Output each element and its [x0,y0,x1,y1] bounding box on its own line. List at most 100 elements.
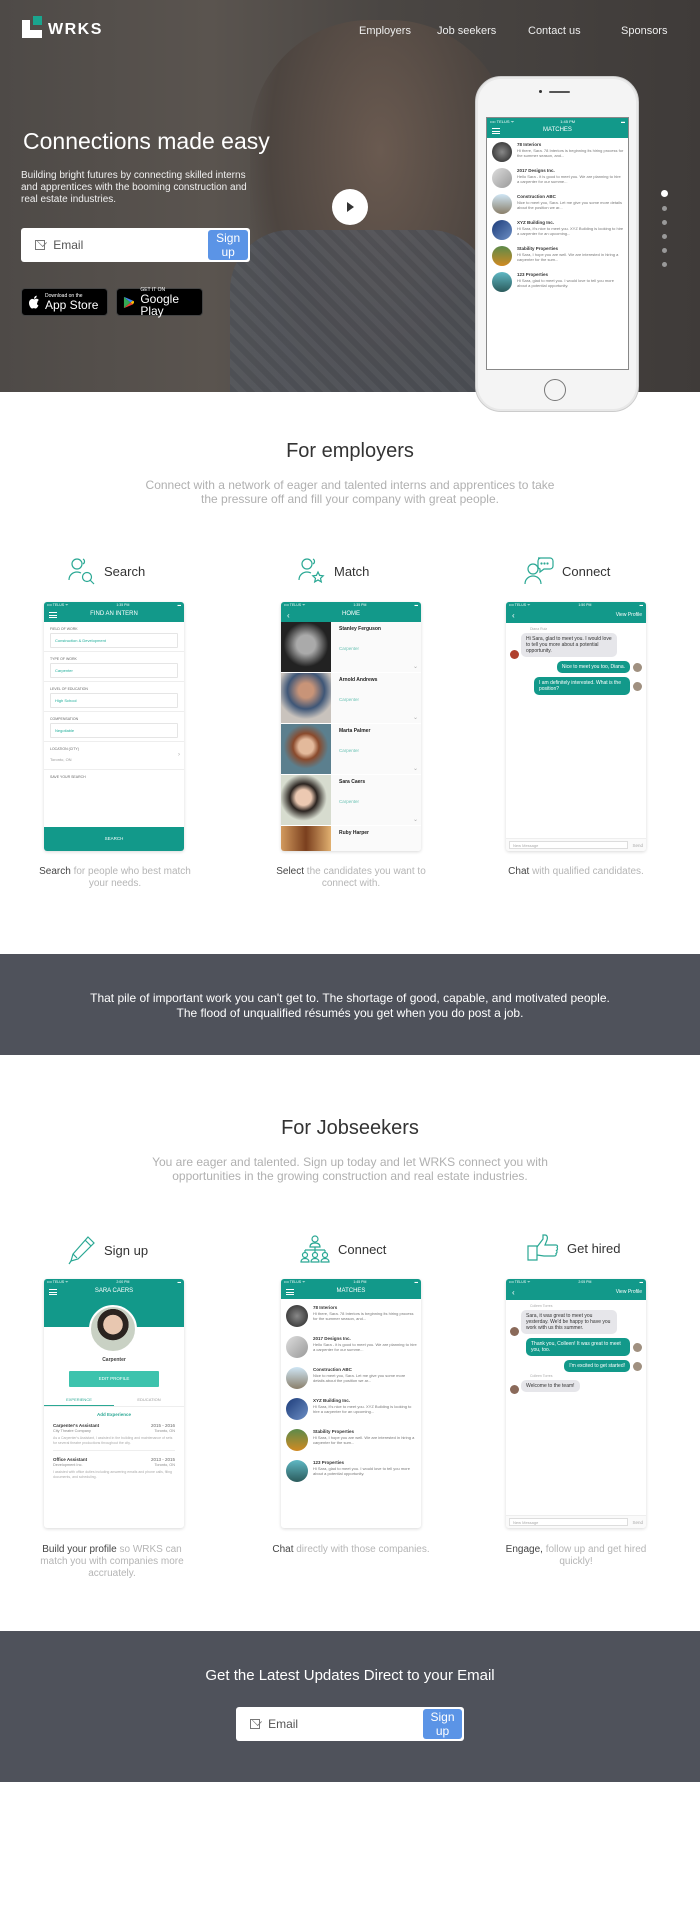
add-experience-link[interactable]: Add Experience [44,1412,184,1417]
save-search-field[interactable]: SAVE YOUR SEARCH [44,770,184,784]
chevron-down-icon[interactable]: ⌄ [413,816,418,823]
candidate-row[interactable]: Stanley Ferguson Carpenter ⌄ [281,622,421,673]
field-label: LEVEL OF EDUCATION [50,687,88,691]
back-icon[interactable]: ‹ [512,1288,515,1297]
play-video-button[interactable] [332,189,368,225]
company-name: 78 Interiors [313,1305,338,1310]
view-profile-link[interactable]: View Profile [616,612,642,618]
send-button[interactable]: Send [632,843,643,848]
carousel-dot[interactable] [662,262,667,267]
carousel-dot[interactable] [661,190,668,197]
message-preview: Nice to meet you, Sara. Let me give you … [517,200,622,210]
phone-home-button [544,379,566,401]
nav-sponsors[interactable]: Sponsors [621,25,667,37]
app-store-badge[interactable]: Download on the App Store [21,288,108,316]
nav-contact-us[interactable]: Contact us [528,25,581,37]
user-avatar [633,681,642,691]
message-input[interactable]: New Message [509,841,629,849]
menu-icon [49,1289,57,1295]
google-play-badge[interactable]: GET IT ON Google Play [116,287,203,318]
feature-get-hired-heading: Get hired [527,1234,620,1262]
message-input[interactable]: New Message [509,1518,629,1526]
logo[interactable]: WRKS [22,16,103,38]
caption-bold: Chat [508,866,530,877]
company-avatar [492,220,512,240]
list-item[interactable]: Construction ABC Nice to meet you, Sara. … [487,190,628,216]
send-button[interactable]: Send [632,1520,643,1525]
chat-message-row: Sara, it was great to meet you yesterday… [510,1308,642,1336]
incoming-message: Sara, it was great to meet you yesterday… [521,1310,617,1334]
phone-speaker [549,91,570,93]
nav-job-seekers[interactable]: Job seekers [437,25,496,37]
candidate-row[interactable]: Sara Caers Carpenter ⌄ [281,775,421,826]
candidate-row[interactable]: Arnold Andrews Carpenter ⌄ [281,673,421,724]
carousel-dot[interactable] [662,234,667,239]
candidate-row[interactable]: Ruby Harper [281,826,421,851]
newsletter-section: Get the Latest Updates Direct to your Em… [0,1631,700,1782]
app-bar-title: MATCHES [336,1288,366,1294]
job-years: 2015 - 2016 [150,1423,175,1428]
list-item[interactable]: XYZ Building Inc. Hi Sara, it's nice to m… [281,1394,421,1425]
list-item[interactable]: XYZ Building Inc. Hi Sara, it's nice to m… [487,216,628,242]
caption-text: follow up and get hired quickly! [542,1544,647,1567]
feature-label: Connect [338,1241,387,1257]
job-title: Office Assistant [53,1457,88,1462]
company-name: Construction ABC [313,1367,352,1372]
newsletter-email-input[interactable] [268,1717,424,1731]
carousel-dot[interactable] [662,220,667,225]
list-item[interactable]: 2017 Designs Inc. Hello Sara - it is good… [487,164,628,190]
google-play-large-text: Google Play [140,292,180,318]
nav-employers[interactable]: Employers [359,25,411,37]
list-item[interactable]: Construction ABC Nice to meet you, Sara. … [281,1363,421,1394]
logo-text: WRKS [48,21,103,38]
app-bar: •••• TELUS ᯤ 1:35 PM ▬ FIND AN INTERN [44,602,184,622]
view-profile-link[interactable]: View Profile [616,1289,642,1295]
hero-email-input[interactable] [53,238,209,252]
quote-band: That pile of important work you can't ge… [0,954,700,1055]
list-item[interactable]: 123 Properties Hi Sara, glad to meet you.… [281,1456,421,1487]
tab-education[interactable]: EDUCATION [114,1394,184,1406]
thumbs-up-icon [527,1234,559,1261]
carousel-dot[interactable] [662,248,667,253]
list-item[interactable]: Stability Properties Hi Sara, I hope you … [281,1425,421,1456]
field-value[interactable]: Carpenter [50,663,178,678]
hero-signup-button[interactable]: Sign up [208,230,248,260]
chevron-down-icon[interactable]: ⌄ [413,765,418,772]
newsletter-signup-button[interactable]: Sign up [423,1709,462,1739]
location-field[interactable]: LOCATION (CITY) Toronto, ON › [44,742,184,770]
field-value[interactable]: High School [50,693,178,708]
tab-experience[interactable]: EXPERIENCE [44,1394,114,1406]
chevron-down-icon[interactable]: ⌄ [413,663,418,670]
field-label: TYPE OF WORK [50,657,77,661]
hero-background-shirt [230,230,490,392]
user-avatar [633,662,642,672]
company-name: XYZ Building Inc. [313,1398,350,1403]
sender-avatar [510,650,519,659]
job-title: Carpenter's Assistant [53,1423,100,1428]
logo-mark-icon [22,16,44,38]
list-item[interactable]: 123 Properties Hi Sara, glad to meet you.… [487,268,628,294]
list-item[interactable]: 2017 Designs Inc. Hello Sara - it is good… [281,1332,421,1363]
field-value[interactable]: Construction & Development [50,633,178,648]
list-item[interactable]: 78 Interiors Hi there, Sara. 78 Interiors… [281,1301,421,1332]
back-icon[interactable]: ‹ [287,611,290,620]
menu-icon [286,1289,294,1295]
back-icon[interactable]: ‹ [512,611,515,620]
feature-caption: Select the candidates you want to connec… [271,866,431,890]
field-value[interactable]: Negotiable [50,723,178,738]
user-avatar [633,1342,642,1352]
list-item[interactable]: Stability Properties Hi Sara, I hope you … [487,242,628,268]
chevron-down-icon[interactable]: ⌄ [413,714,418,721]
field-label: LOCATION (CITY) [50,747,79,751]
candidate-row[interactable]: Marta Palmer Carpenter ⌄ [281,724,421,775]
profile-screen-mockup: •••• TELUS ᯤ 2:00 PM ▬ SARA CAERS Carpente… [44,1279,184,1528]
edit-profile-button[interactable]: EDIT PROFILE [69,1371,159,1387]
company-avatar [286,1305,308,1327]
profile-avatar [89,1305,137,1353]
search-submit-button[interactable]: SEARCH [44,827,184,851]
candidate-photo [281,826,331,851]
job-location: Toronto, ON [154,1429,175,1433]
feature-caption: Search for people who best match your ne… [35,866,195,890]
list-item[interactable]: 78 Interiors Hi there, Sara. 78 Interiors… [487,138,628,164]
carousel-dot[interactable] [662,206,667,211]
